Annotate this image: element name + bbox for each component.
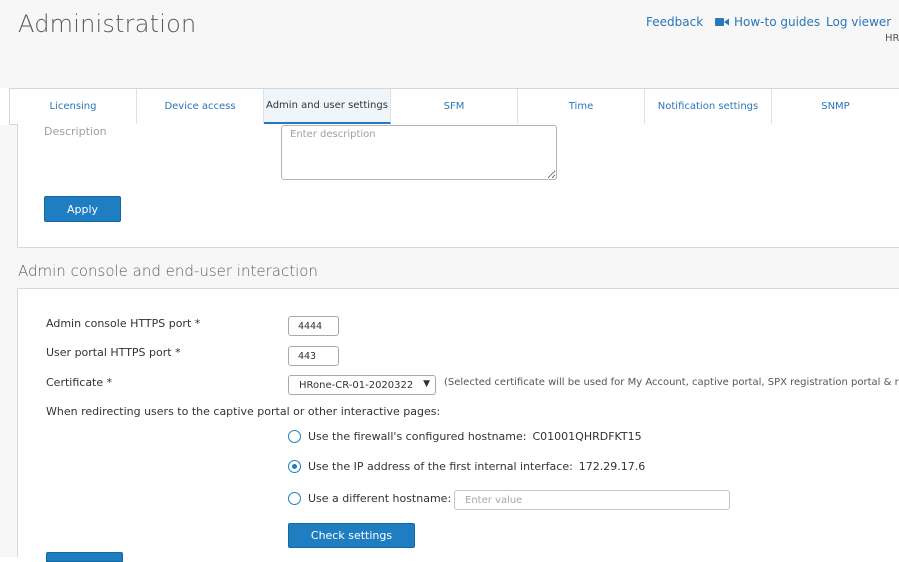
howto-guides-label: How-to guides [734, 15, 821, 29]
radio-configured-hostname[interactable]: Use the firewall's configured hostname: … [288, 430, 642, 443]
tab-time[interactable]: Time [518, 89, 645, 124]
radio-label: Use a different hostname: [308, 492, 452, 505]
log-viewer-link[interactable]: Log viewer [826, 15, 891, 29]
tab-licensing[interactable]: Licensing [10, 89, 137, 124]
description-label: Description [44, 125, 107, 138]
check-settings-button[interactable]: Check settings [288, 523, 415, 548]
radio-value: C01001QHRDFKT15 [532, 430, 642, 443]
radio-button-checked[interactable] [288, 460, 301, 473]
description-textarea[interactable] [281, 125, 557, 180]
feedback-link[interactable]: Feedback [646, 15, 703, 29]
video-camera-icon [715, 17, 729, 27]
apply-button[interactable]: Apply [44, 196, 121, 222]
radio-button[interactable] [288, 430, 301, 443]
page-title: Administration [18, 10, 197, 38]
admin-port-input[interactable] [288, 316, 339, 336]
radio-internal-ip[interactable]: Use the IP address of the first internal… [288, 460, 645, 473]
radio-value: 172.29.17.6 [578, 460, 646, 473]
certificate-label: Certificate * [46, 376, 113, 389]
tab-device-access[interactable]: Device access [137, 89, 264, 124]
radio-button[interactable] [288, 492, 301, 505]
user-menu[interactable]: HR [885, 33, 899, 44]
tab-snmp[interactable]: SNMP [772, 89, 899, 124]
apply-button-bottom[interactable] [46, 552, 123, 562]
settings-tabbar: Licensing Device access Admin and user s… [9, 88, 899, 125]
certificate-select[interactable]: HRone-CR-01-2020322 ▼ [288, 375, 436, 395]
tab-sfm[interactable]: SFM [391, 89, 518, 124]
howto-guides-link[interactable]: How-to guides [715, 15, 820, 29]
radio-different-hostname[interactable]: Use a different hostname: [288, 492, 451, 505]
certificate-selected-value: HRone-CR-01-2020322 [299, 379, 414, 391]
hostname-input[interactable] [454, 490, 730, 510]
user-port-input[interactable] [288, 346, 339, 366]
chevron-down-icon: ▼ [423, 379, 430, 389]
tab-notification-settings[interactable]: Notification settings [645, 89, 772, 124]
section-title: Admin console and end-user interaction [18, 262, 318, 280]
user-port-label: User portal HTTPS port * [46, 346, 181, 359]
redirect-label: When redirecting users to the captive po… [46, 405, 441, 418]
tab-admin-and-user-settings[interactable]: Admin and user settings [264, 89, 391, 124]
admin-port-label: Admin console HTTPS port * [46, 317, 201, 330]
radio-label: Use the firewall's configured hostname: [308, 430, 527, 443]
certificate-note: (Selected certificate will be used for M… [444, 377, 899, 388]
radio-label: Use the IP address of the first internal… [308, 460, 573, 473]
